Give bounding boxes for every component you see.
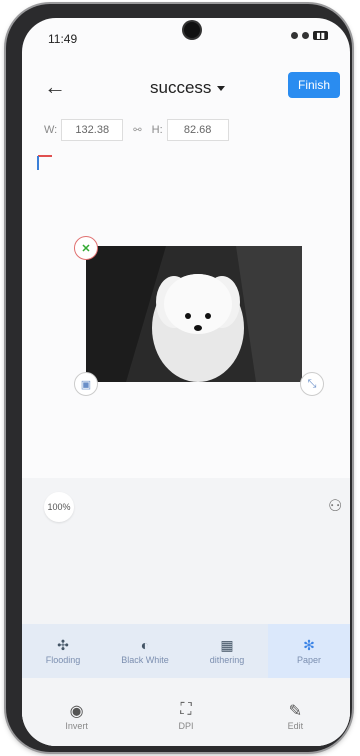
width-label: W: (44, 124, 58, 136)
axis-origin-icon (37, 155, 52, 170)
edit-icon: ✎ (288, 703, 303, 720)
front-camera (184, 22, 200, 38)
mode-label: Black White (121, 655, 169, 665)
tool-label: Invert (65, 721, 88, 731)
bottom-toolbar: ◉ Invert ⛶ DPI ✎ Edit (22, 686, 350, 746)
flooding-icon: ✣ (57, 637, 69, 653)
edit-button[interactable]: ✎ Edit (241, 686, 350, 746)
tool-label: Edit (287, 721, 304, 731)
zoom-indicator[interactable]: 100% (44, 492, 74, 522)
dpi-button[interactable]: ⛶ DPI (131, 686, 240, 746)
page-title: success (150, 78, 212, 97)
grid-toggle-icon[interactable]: ⚇ (328, 496, 342, 516)
height-label: H: (151, 124, 163, 136)
mode-flooding[interactable]: ✣ Flooding (22, 624, 104, 678)
mode-label: dithering (209, 655, 245, 665)
back-arrow-icon[interactable]: ← (44, 74, 66, 100)
paper-icon: ✻ (303, 637, 315, 653)
battery-icon: ▮▮ (313, 31, 328, 40)
canvas-image[interactable] (86, 246, 302, 382)
width-field[interactable]: 132.38 (61, 119, 124, 141)
signal-icon (291, 32, 299, 39)
height-field[interactable]: 82.68 (166, 119, 229, 141)
mode-black-white[interactable]: ◐ Black White (104, 624, 186, 678)
resize-handle-icon[interactable]: ⤡ (300, 372, 324, 396)
invert-icon: ◉ (69, 703, 84, 720)
finish-button[interactable]: Finish (288, 72, 340, 98)
dpi-icon: ⛶ (180, 701, 192, 718)
mode-paper[interactable]: ✻ Paper (268, 624, 350, 678)
invert-button[interactable]: ◉ Invert (22, 686, 131, 746)
tool-label: DPI (178, 721, 194, 731)
dithering-icon: ▦ (220, 637, 234, 653)
dog-photo (86, 246, 302, 382)
mode-label: Paper (296, 655, 322, 665)
contrast-icon: ◐ (140, 637, 150, 653)
dimensions-bar: W: 132.38 ⚯ H: 82.68 (44, 118, 229, 142)
mode-tabs: ✣ Flooding ◐ Black White ▦ dithering ✻ P… (22, 624, 350, 678)
wifi-icon (302, 32, 310, 39)
app-bar: ← success Finish (22, 68, 350, 108)
lock-handle-icon[interactable]: ▣ (74, 372, 98, 396)
delete-handle-icon[interactable]: ✕ (74, 236, 98, 260)
mode-label: Flooding (45, 655, 81, 665)
chevron-down-icon (217, 86, 226, 92)
status-icons: ▮▮ (291, 31, 328, 40)
link-icon[interactable]: ⚯ (133, 125, 141, 136)
phone-frame: 11:49 ▮▮ ← success Finish W: 132.38 ⚯ H:… (6, 4, 352, 752)
app-screen: 11:49 ▮▮ ← success Finish W: 132.38 ⚯ H:… (22, 18, 350, 746)
file-title-dropdown[interactable]: success (150, 78, 226, 98)
mode-dithering[interactable]: ▦ dithering (186, 624, 268, 678)
status-time: 11:49 (48, 32, 78, 46)
